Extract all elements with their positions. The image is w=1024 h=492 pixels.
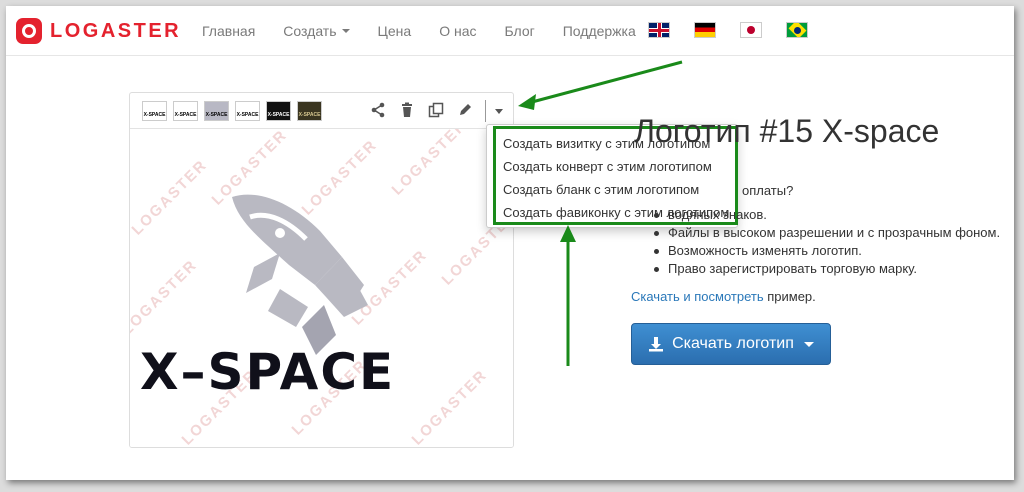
annotation-arrow-top (531, 60, 683, 104)
download-logo-button[interactable]: Скачать логотип (631, 323, 831, 365)
toolbar-divider (485, 100, 486, 122)
thumbnail-variant-4[interactable]: X-SPACE (235, 101, 260, 121)
list-item: Право зарегистрировать торговую марку. (652, 260, 1000, 278)
brand-logo[interactable]: LOGASTER (16, 18, 181, 44)
flag-de-icon[interactable] (694, 22, 716, 38)
benefits-list: водяных знаков. Файлы в высоком разрешен… (652, 206, 1000, 278)
flag-br-icon[interactable] (786, 22, 808, 38)
brand-name: LOGASTER (50, 19, 182, 42)
chevron-down-icon (803, 341, 814, 347)
logo-text: X–SPACE (140, 343, 396, 401)
brand-icon (16, 18, 42, 44)
example-suffix: пример. (763, 289, 816, 304)
thumbnail-variant-3[interactable]: X-SPACE (204, 101, 229, 121)
page-title: Логотип #15 X-space (634, 113, 940, 149)
thumbnail-variant-1[interactable]: X-SPACE (142, 101, 167, 121)
main-nav: Главная Создать Цена О нас Блог Поддержк… (202, 6, 664, 56)
flag-jp-icon[interactable] (740, 22, 762, 38)
download-example-link[interactable]: Скачать и посмотреть (631, 289, 764, 304)
list-item: водяных знаков. (652, 206, 1000, 224)
pencil-icon[interactable] (457, 102, 473, 118)
download-icon (649, 337, 664, 352)
payment-question: оплаты? (742, 183, 794, 198)
nav-item-blog[interactable]: Блог (504, 23, 534, 39)
nav-item-price[interactable]: Цена (378, 23, 412, 39)
download-button-label: Скачать логотип (672, 335, 794, 352)
language-flags (648, 22, 832, 38)
copy-icon[interactable] (428, 102, 444, 118)
page-frame: LOGASTER Главная Создать Цена О нас Блог… (6, 6, 1014, 480)
arrowhead-icon (518, 94, 536, 110)
navbar: LOGASTER Главная Создать Цена О нас Блог… (6, 6, 1014, 56)
thumbnail-variant-5[interactable]: X-SPACE (266, 101, 291, 121)
list-item: Возможность изменять логотип. (652, 242, 1000, 260)
list-item: Файлы в высоком разрешении и с прозрачны… (652, 224, 1000, 242)
nav-item-create[interactable]: Создать (283, 23, 350, 39)
flag-gb-icon[interactable] (648, 22, 670, 38)
thumbnail-variant-2[interactable]: X-SPACE (173, 101, 198, 121)
logo-preview-panel: X-SPACE X-SPACE X-SPACE X-SPACE X-SPACE … (129, 92, 514, 448)
thumbnail-toolbar: X-SPACE X-SPACE X-SPACE X-SPACE X-SPACE … (130, 93, 513, 129)
nav-item-home[interactable]: Главная (202, 23, 255, 39)
trash-icon[interactable] (399, 102, 415, 118)
nav-item-create-label: Создать (283, 23, 337, 39)
logo-canvas: LOGASTER LOGASTER LOGASTER LOGASTER LOGA… (130, 129, 513, 447)
more-options-caret-icon[interactable] (495, 109, 503, 114)
example-line: Скачать и посмотреть пример. (631, 289, 816, 304)
share-icon[interactable] (370, 102, 386, 118)
nav-item-support[interactable]: Поддержка (563, 23, 636, 39)
nav-item-about[interactable]: О нас (439, 23, 476, 39)
chevron-down-icon (341, 29, 350, 33)
thumbnail-variant-6[interactable]: X-SPACE (297, 101, 322, 121)
